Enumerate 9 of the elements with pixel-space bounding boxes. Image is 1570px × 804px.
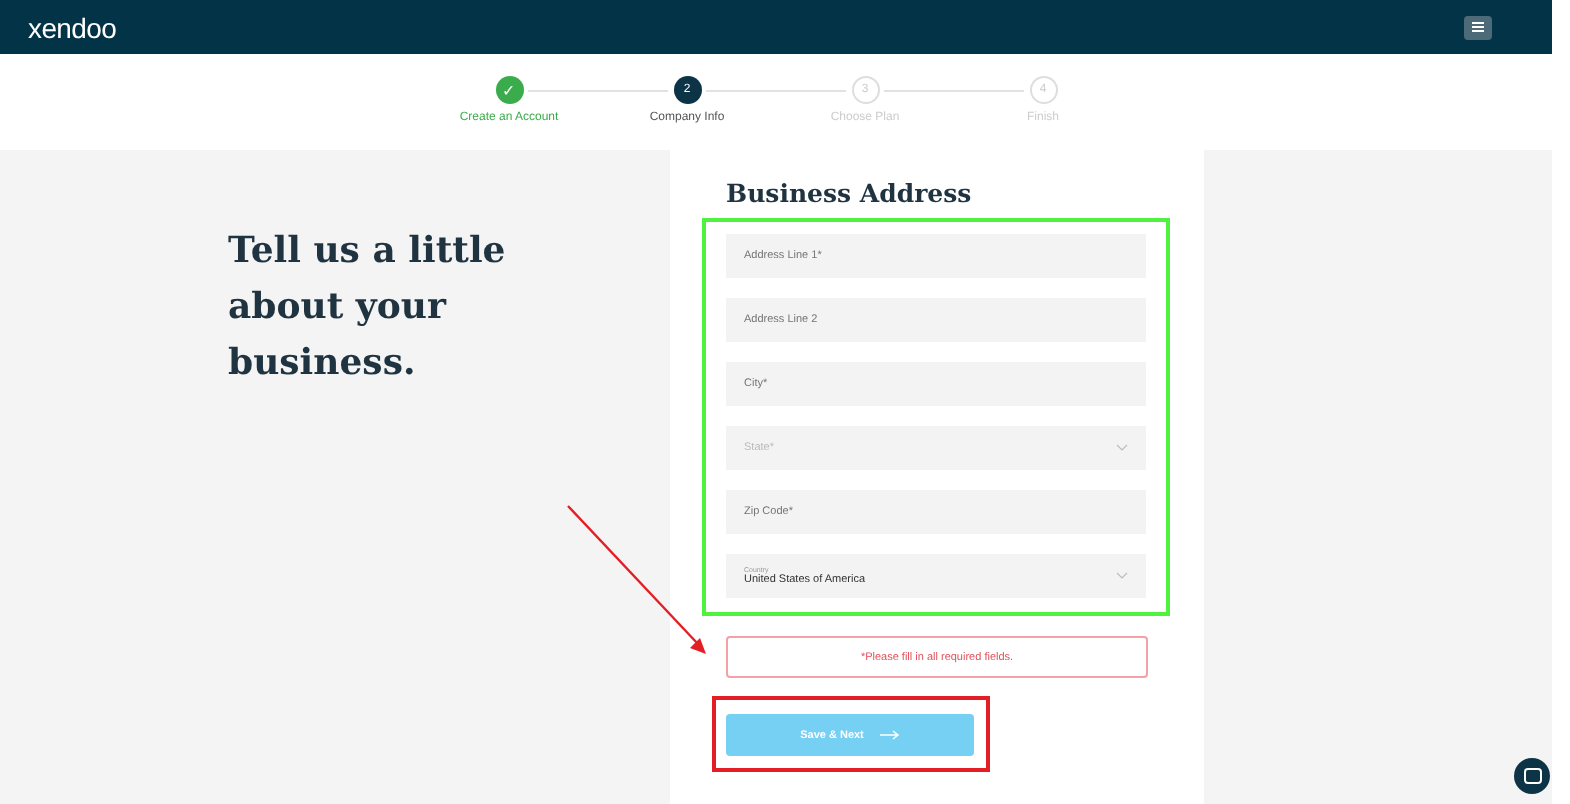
chevron-icon [1116, 444, 1128, 452]
intro-heading: Tell us a little about your business. [228, 228, 508, 388]
section-title: Business Address [726, 178, 974, 208]
chevron-icon [1116, 572, 1128, 580]
arrow-icon [879, 730, 900, 740]
logo[interactable]: xendoo [28, 11, 117, 43]
chat-button[interactable] [1514, 758, 1550, 794]
menu-icon[interactable] [1464, 15, 1492, 39]
step-number: ✓ [495, 76, 523, 104]
